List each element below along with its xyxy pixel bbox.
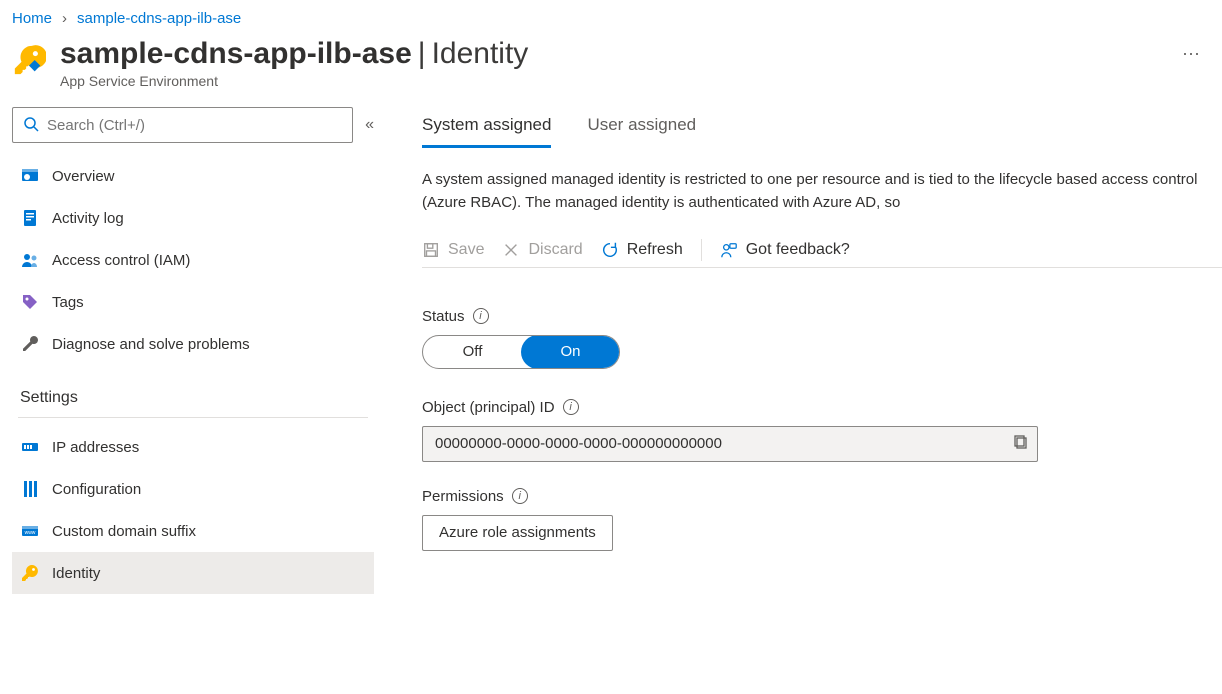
sidebar-item-label: Access control (IAM): [52, 252, 190, 269]
sidebar-item-label: Identity: [52, 565, 100, 582]
sidebar-item-ip-addresses[interactable]: IP addresses: [12, 426, 374, 468]
ip-icon: [20, 437, 40, 457]
sidebar-section-settings: Settings: [12, 365, 374, 413]
resource-type-label: App Service Environment: [60, 73, 1158, 89]
main-content: System assigned User assigned A system a…: [386, 107, 1222, 594]
refresh-icon: [601, 241, 619, 259]
key-icon: [20, 563, 40, 583]
log-icon: [20, 208, 40, 228]
sidebar-item-custom-domain[interactable]: www Custom domain suffix: [12, 510, 374, 552]
sidebar-item-diagnose[interactable]: Diagnose and solve problems: [12, 323, 374, 365]
info-icon[interactable]: i: [473, 308, 489, 324]
discard-button: Discard: [502, 241, 582, 259]
object-id-field: 00000000-0000-0000-0000-000000000000: [422, 426, 1038, 462]
sidebar-item-configuration[interactable]: Configuration: [12, 468, 374, 510]
copy-button[interactable]: [1013, 434, 1029, 454]
key-icon: [12, 43, 46, 77]
save-button: Save: [422, 241, 484, 259]
sidebar-item-label: Activity log: [52, 210, 124, 227]
globe-icon: [20, 166, 40, 186]
azure-role-assignments-button[interactable]: Azure role assignments: [422, 515, 613, 551]
breadcrumb-current[interactable]: sample-cdns-app-ilb-ase: [77, 10, 241, 27]
sidebar-item-label: Custom domain suffix: [52, 523, 196, 540]
tab-system-assigned[interactable]: System assigned: [422, 109, 551, 148]
tab-user-assigned[interactable]: User assigned: [587, 109, 696, 148]
sidebar-item-label: Tags: [52, 294, 84, 311]
sidebar-item-tags[interactable]: Tags: [12, 281, 374, 323]
save-icon: [422, 241, 440, 259]
info-icon[interactable]: i: [563, 399, 579, 415]
search-icon: [23, 116, 39, 135]
system-assigned-description: A system assigned managed identity is re…: [422, 168, 1222, 215]
page-title: sample-cdns-app-ilb-ase | Identity: [60, 37, 1158, 71]
sidebar-item-label: Diagnose and solve problems: [52, 336, 250, 353]
page-header: sample-cdns-app-ilb-ase | Identity App S…: [0, 31, 1222, 107]
close-icon: [502, 241, 520, 259]
breadcrumb-home[interactable]: Home: [12, 10, 52, 27]
sliders-icon: [20, 479, 40, 499]
permissions-label: Permissions i: [422, 488, 1222, 505]
refresh-button[interactable]: Refresh: [601, 241, 683, 259]
sidebar-item-identity[interactable]: Identity: [12, 552, 374, 594]
wrench-icon: [20, 334, 40, 354]
command-bar: Save Discard Refresh Got feedback?: [422, 239, 1222, 268]
sidebar: « Overview Activity log Access control (…: [0, 107, 386, 594]
sidebar-item-label: Configuration: [52, 481, 141, 498]
status-label: Status i: [422, 308, 1222, 325]
domain-icon: www: [20, 521, 40, 541]
sidebar-item-label: Overview: [52, 168, 115, 185]
people-icon: [20, 250, 40, 270]
collapse-sidebar-button[interactable]: «: [365, 116, 374, 134]
sidebar-search[interactable]: [12, 107, 353, 143]
identity-tabs: System assigned User assigned: [422, 109, 1222, 148]
object-id-value: 00000000-0000-0000-0000-000000000000: [435, 435, 1013, 452]
separator: [18, 417, 368, 418]
info-icon[interactable]: i: [512, 488, 528, 504]
person-feedback-icon: [720, 241, 738, 259]
sidebar-item-label: IP addresses: [52, 439, 139, 456]
status-toggle[interactable]: Off On: [422, 335, 620, 369]
status-off-option[interactable]: Off: [423, 336, 522, 368]
status-on-option[interactable]: On: [521, 335, 620, 369]
breadcrumb: Home › sample-cdns-app-ilb-ase: [0, 0, 1222, 31]
sidebar-item-activity-log[interactable]: Activity log: [12, 197, 374, 239]
chevron-right-icon: ›: [62, 10, 67, 27]
svg-text:www: www: [25, 530, 36, 536]
more-actions-button[interactable]: ···: [1172, 37, 1210, 64]
search-input[interactable]: [47, 117, 342, 134]
object-id-label: Object (principal) ID i: [422, 399, 1222, 416]
sidebar-item-overview[interactable]: Overview: [12, 155, 374, 197]
feedback-button[interactable]: Got feedback?: [720, 241, 850, 259]
sidebar-item-access-control[interactable]: Access control (IAM): [12, 239, 374, 281]
separator: [701, 239, 702, 261]
tag-icon: [20, 292, 40, 312]
